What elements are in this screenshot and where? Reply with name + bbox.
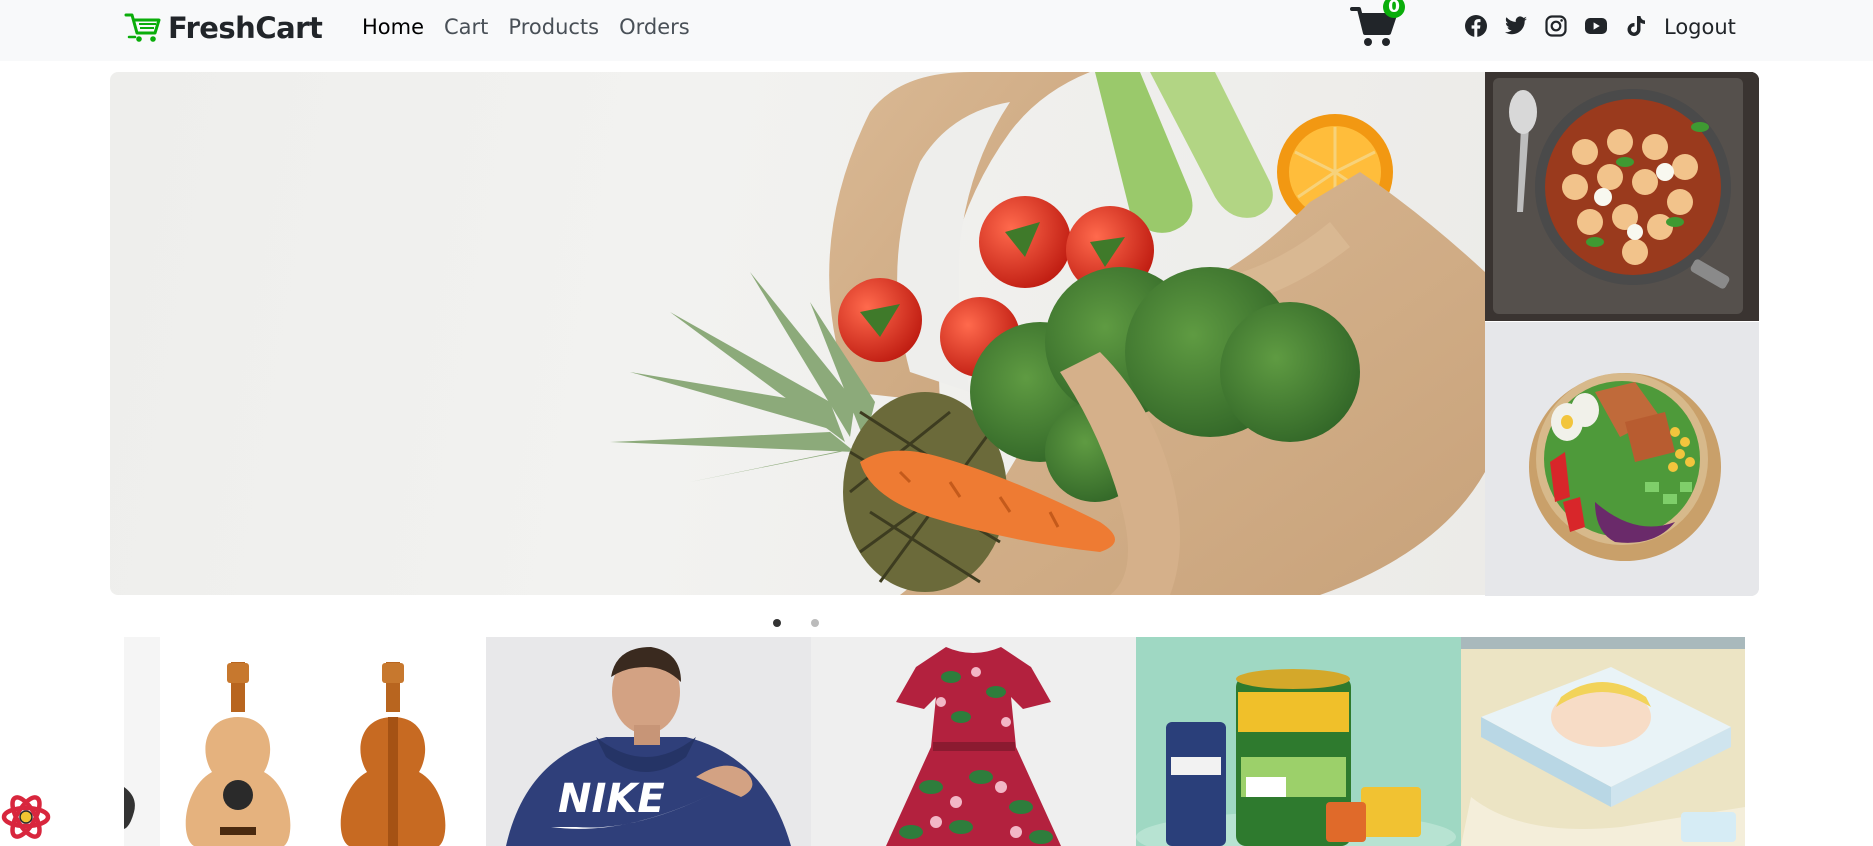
tiktok-icon[interactable]	[1624, 14, 1648, 38]
svg-text:NIKE: NIKE	[558, 776, 665, 822]
hero-side-image-bottom	[1485, 322, 1759, 596]
cart-logo-icon	[124, 13, 161, 42]
carousel-dot-2[interactable]	[811, 619, 819, 627]
facebook-icon[interactable]	[1464, 14, 1488, 38]
category-card-guitars[interactable]	[124, 637, 486, 846]
nav-link-orders[interactable]: Orders	[609, 12, 700, 42]
category-card-supermarket[interactable]	[1136, 637, 1461, 846]
nav-link-products[interactable]: Products	[498, 12, 609, 42]
nav-links: Home Cart Products Orders	[352, 12, 700, 42]
carousel-dot-1[interactable]	[773, 619, 781, 627]
instagram-icon[interactable]	[1544, 14, 1568, 38]
cart-button[interactable]: 0	[1350, 0, 1405, 50]
hero-side-image-top	[1485, 72, 1759, 321]
logout-link[interactable]: Logout	[1664, 12, 1736, 42]
social-links	[1464, 12, 1648, 40]
brand-name: FreshCart	[168, 11, 323, 45]
nav-link-home[interactable]: Home	[352, 12, 434, 42]
cart-count-badge: 0	[1383, 0, 1405, 18]
navbar: FreshCart Home Cart Products Orders 0 Lo…	[0, 0, 1873, 61]
category-card-womens-fashion[interactable]	[811, 637, 1136, 846]
twitter-icon[interactable]	[1504, 14, 1528, 38]
category-card-baby-and-toys[interactable]	[1461, 637, 1745, 846]
category-slider: NIKE	[124, 637, 1745, 846]
react-devtools-icon[interactable]	[1, 792, 51, 842]
youtube-icon[interactable]	[1584, 14, 1608, 38]
category-card-mens-fashion[interactable]: NIKE	[486, 637, 811, 846]
hero-main-image	[110, 72, 1485, 595]
brand-logo[interactable]: FreshCart	[124, 8, 323, 48]
carousel-dots	[773, 619, 819, 627]
nav-link-cart[interactable]: Cart	[434, 12, 498, 42]
